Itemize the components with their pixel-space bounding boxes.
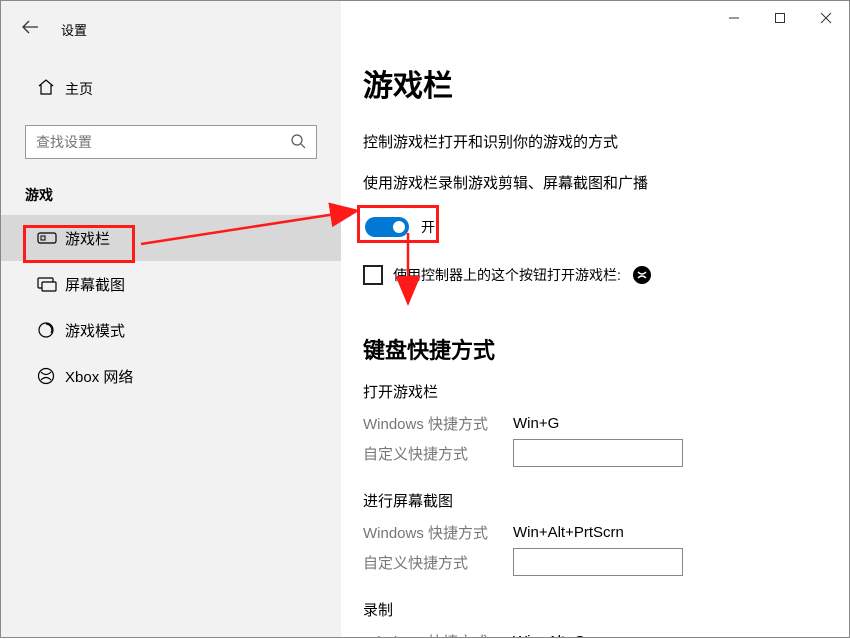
page-title: 游戏栏 bbox=[363, 61, 849, 105]
section-label: 游戏 bbox=[1, 169, 341, 215]
checkbox-label: 使用控制器上的这个按钮打开游戏栏: bbox=[393, 265, 621, 285]
shortcut-custom-input[interactable] bbox=[513, 548, 683, 576]
search-box[interactable] bbox=[25, 125, 317, 159]
shortcut-title: 录制 bbox=[363, 599, 849, 620]
maximize-button[interactable] bbox=[757, 1, 803, 35]
controller-checkbox[interactable] bbox=[363, 265, 383, 285]
shortcut-title: 打开游戏栏 bbox=[363, 381, 849, 402]
search-input[interactable] bbox=[26, 134, 280, 150]
sidebar-item-label: 游戏模式 bbox=[65, 320, 125, 341]
sidebar-item-capture[interactable]: 屏幕截图 bbox=[1, 261, 341, 307]
shortcut-custom-label: 自定义快捷方式 bbox=[363, 552, 513, 573]
shortcut-win-label: Windows 快捷方式 bbox=[363, 522, 513, 543]
sidebar-item-gamebar[interactable]: 游戏栏 bbox=[1, 215, 341, 261]
home-label: 主页 bbox=[65, 79, 93, 99]
minimize-button[interactable] bbox=[711, 1, 757, 35]
home-icon bbox=[37, 78, 65, 101]
content-pane: 游戏栏 控制游戏栏打开和识别你的游戏的方式 使用游戏栏录制游戏剪辑、屏幕截图和广… bbox=[341, 1, 849, 637]
gamemode-icon bbox=[37, 321, 65, 339]
app-title: 设置 bbox=[61, 20, 87, 39]
search-icon bbox=[280, 133, 316, 152]
sidebar-item-xbox[interactable]: Xbox 网络 bbox=[1, 353, 341, 399]
shortcut-win-value: Win+Alt+PrtScrn bbox=[513, 524, 624, 541]
sidebar-item-label: 屏幕截图 bbox=[65, 274, 125, 295]
capture-icon bbox=[37, 276, 65, 292]
shortcut-title: 进行屏幕截图 bbox=[363, 490, 849, 511]
window-controls bbox=[711, 1, 849, 35]
toggle-description: 使用游戏栏录制游戏剪辑、屏幕截图和广播 bbox=[363, 172, 849, 193]
shortcut-custom-input[interactable] bbox=[513, 439, 683, 467]
shortcut-win-label: Windows 快捷方式 bbox=[363, 631, 513, 638]
home-link[interactable]: 主页 bbox=[1, 67, 341, 111]
xbox-icon bbox=[37, 367, 65, 385]
shortcut-win-value: Win+Alt+G bbox=[513, 633, 586, 638]
sidebar-item-label: 游戏栏 bbox=[65, 228, 110, 249]
description-text: 控制游戏栏打开和识别你的游戏的方式 bbox=[363, 131, 849, 152]
close-button[interactable] bbox=[803, 1, 849, 35]
sidebar-item-label: Xbox 网络 bbox=[65, 366, 133, 387]
sidebar-item-gamemode[interactable]: 游戏模式 bbox=[1, 307, 341, 353]
shortcut-custom-label: 自定义快捷方式 bbox=[363, 443, 513, 464]
gamebar-icon bbox=[37, 230, 65, 246]
shortcut-win-value: Win+G bbox=[513, 415, 559, 432]
shortcut-win-label: Windows 快捷方式 bbox=[363, 413, 513, 434]
gamebar-toggle[interactable] bbox=[365, 217, 409, 237]
toggle-label: 开 bbox=[421, 217, 435, 237]
back-button[interactable] bbox=[21, 20, 61, 39]
xbox-button-icon bbox=[633, 266, 651, 284]
sidebar: 设置 主页 游戏 游戏栏 屏幕截图 bbox=[1, 1, 341, 637]
shortcut-heading: 键盘快捷方式 bbox=[363, 333, 849, 365]
